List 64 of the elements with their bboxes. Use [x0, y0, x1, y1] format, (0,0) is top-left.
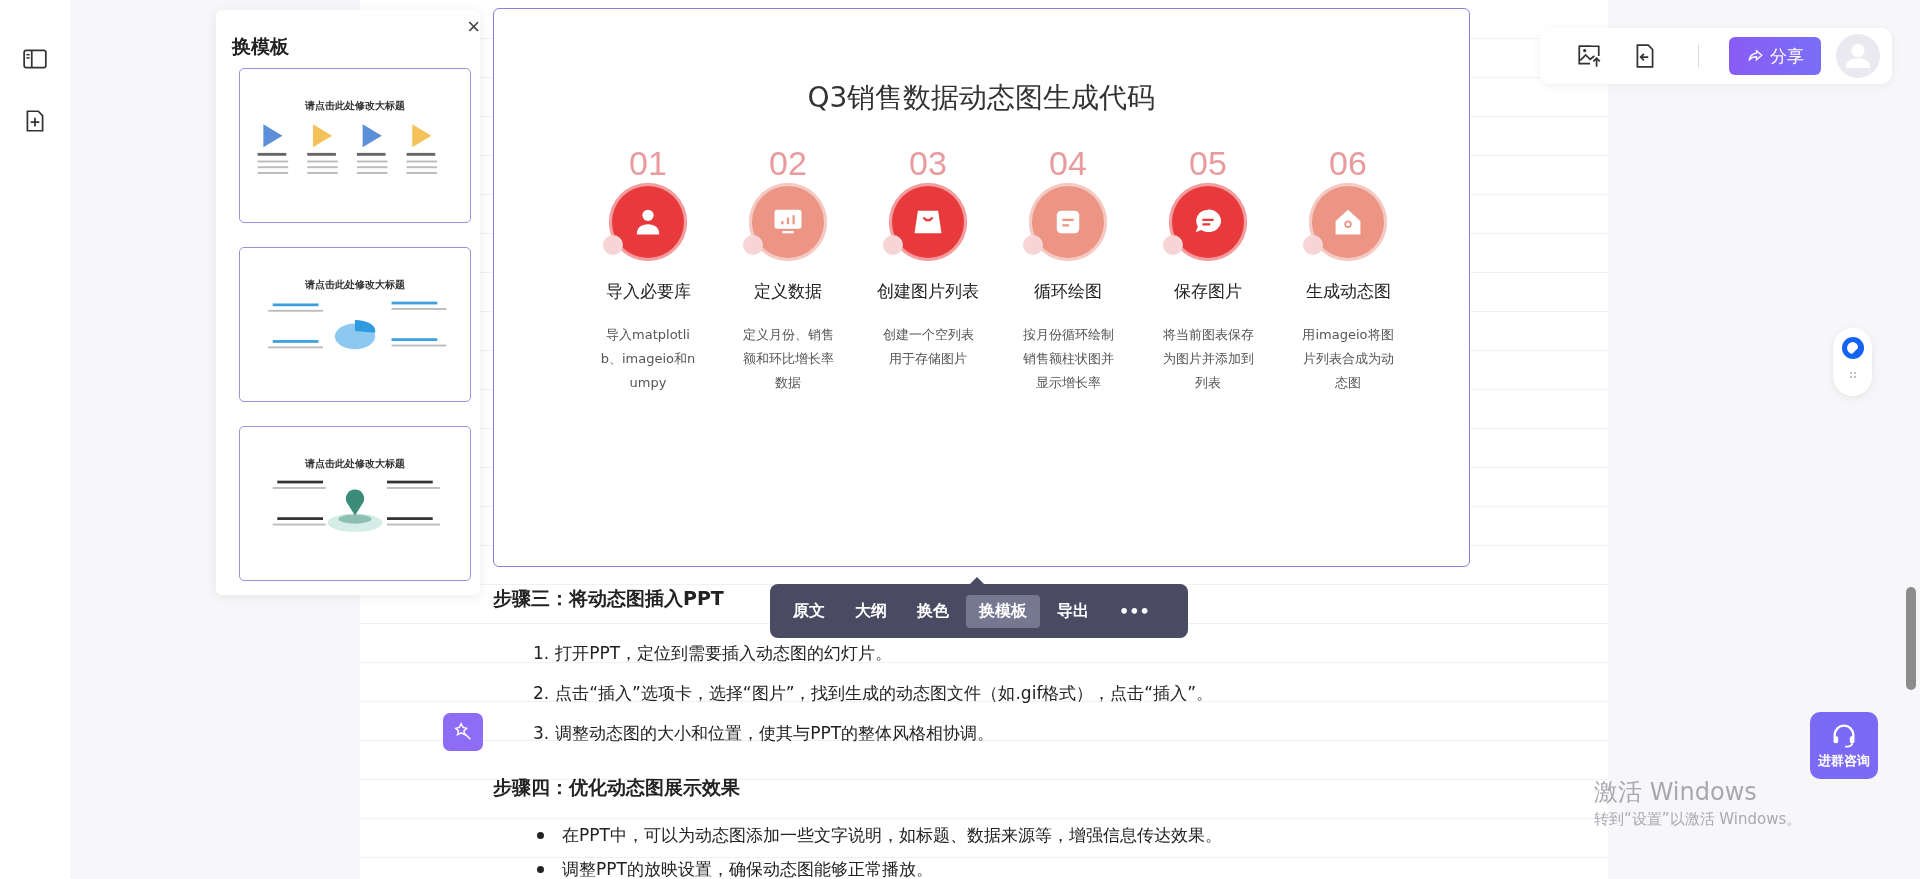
decoration-dot	[743, 235, 763, 255]
floating-widget[interactable]	[1833, 328, 1872, 396]
step-number: 03	[909, 145, 947, 181]
step-title: 保存图片	[1173, 280, 1243, 303]
list-item: 点击“插入”选项卡，选择“图片”，找到生成的动态图文件（如.gif格式），点击“插入”。	[555, 682, 1213, 705]
consult-button[interactable]: 进群咨询	[1810, 712, 1878, 779]
decoration-dot	[1303, 235, 1323, 255]
toolbar-tab[interactable]: 大纲	[842, 594, 900, 628]
slide-preview[interactable]: Q3销售数据动态图生成代码 01 导入必要库 导入matplotlib、imageio和numpy 02 定义数据 定义月份、销售额和环比增长率数据 03 创建图片列表 创建一个空列表用于存储图片 04 循环绘图 按月份循环绘制销售额柱状图并显示增长率 05 保存图片 将当前图表保存为图片并添加到列表 06 生成动态图 用imageio将图片列表合成为动态图	[493, 8, 1470, 567]
decoration-dot	[603, 235, 623, 255]
list-number: 2.	[533, 682, 550, 705]
sidebar-toggle-icon[interactable]	[22, 46, 48, 72]
list-item: 打开PPT，定位到需要插入动态图的幻灯片。	[555, 642, 893, 665]
step-description: 按月份循环绘制销售额柱状图并显示增长率	[1021, 326, 1115, 392]
bullet-icon	[537, 831, 544, 839]
step-number: 06	[1329, 145, 1367, 181]
activation-hint: 转到“设置”以激活 Windows。	[1594, 810, 1802, 829]
step-description: 创建一个空列表用于存储图片	[881, 326, 975, 368]
slide-title: Q3销售数据动态图生成代码	[806, 80, 1157, 116]
template-thumbnail[interactable]: 请点击此处修改大标题	[239, 247, 471, 402]
step-number: 05	[1189, 145, 1227, 181]
step-description: 用imageio将图片列表合成为动态图	[1301, 326, 1395, 392]
bullet-icon	[537, 865, 544, 873]
list-item: 调整PPT的放映设置，确保动态图能够正常播放。	[562, 858, 933, 879]
step-title: 创建图片列表	[876, 280, 980, 303]
decoration-dot	[1023, 235, 1043, 255]
chat-bubble-icon	[1840, 336, 1865, 360]
section-heading: 步骤三：将动态图插入PPT	[493, 586, 724, 611]
decoration-dot	[883, 235, 903, 255]
list-item: 在PPT中，可以为动态图添加一些文字说明，如标题、数据来源等，增强信息传达效果。	[562, 824, 1222, 847]
step-title: 导入必要库	[604, 280, 692, 303]
scrollbar-thumb[interactable]	[1906, 587, 1916, 690]
ai-magic-button[interactable]	[443, 713, 483, 751]
template-thumbnail[interactable]: 请点击此处修改大标题	[239, 426, 471, 581]
toolbar-tab[interactable]: 导出	[1044, 594, 1102, 628]
step-description: 导入matplotlib、imageio和numpy	[599, 326, 697, 392]
toolbar-tab[interactable]: 换模板	[966, 594, 1040, 628]
panel-title: 换模板	[232, 34, 289, 59]
template-title: 请点击此处修改大标题	[305, 457, 405, 471]
magic-wand-icon	[452, 721, 474, 743]
step-description: 将当前图表保存为图片并添加到列表	[1161, 326, 1255, 392]
list-number: 3.	[533, 722, 550, 745]
step-title: 定义数据	[753, 280, 823, 303]
template-title: 请点击此处修改大标题	[305, 99, 405, 113]
drag-handle-icon[interactable]	[1847, 370, 1858, 380]
activation-title: 激活 Windows	[1594, 777, 1758, 808]
section-heading: 步骤四：优化动态图展示效果	[493, 775, 740, 800]
template-thumbnail[interactable]: 请点击此处修改大标题	[239, 68, 471, 223]
toolbar-tab[interactable]: 换色	[904, 594, 962, 628]
decoration-dot	[1163, 235, 1183, 255]
close-button[interactable]: ×	[467, 14, 480, 40]
step-number: 04	[1049, 145, 1087, 181]
step-number: 01	[629, 145, 667, 181]
step-title: 生成动态图	[1304, 280, 1392, 303]
step-description: 定义月份、销售额和环比增长率数据	[741, 326, 835, 392]
more-button[interactable]: •••	[1106, 595, 1163, 627]
list-number: 1.	[533, 642, 550, 665]
share-button[interactable]: 分享	[1729, 37, 1821, 75]
step-title: 循环绘图	[1033, 280, 1103, 303]
template-title: 请点击此处修改大标题	[305, 278, 405, 292]
image-upload-icon[interactable]	[1576, 43, 1602, 69]
step-number: 02	[769, 145, 807, 181]
list-item: 调整动态图的大小和位置，使其与PPT的整体风格相协调。	[555, 722, 995, 745]
toolbar-tab[interactable]: 原文	[780, 594, 838, 628]
